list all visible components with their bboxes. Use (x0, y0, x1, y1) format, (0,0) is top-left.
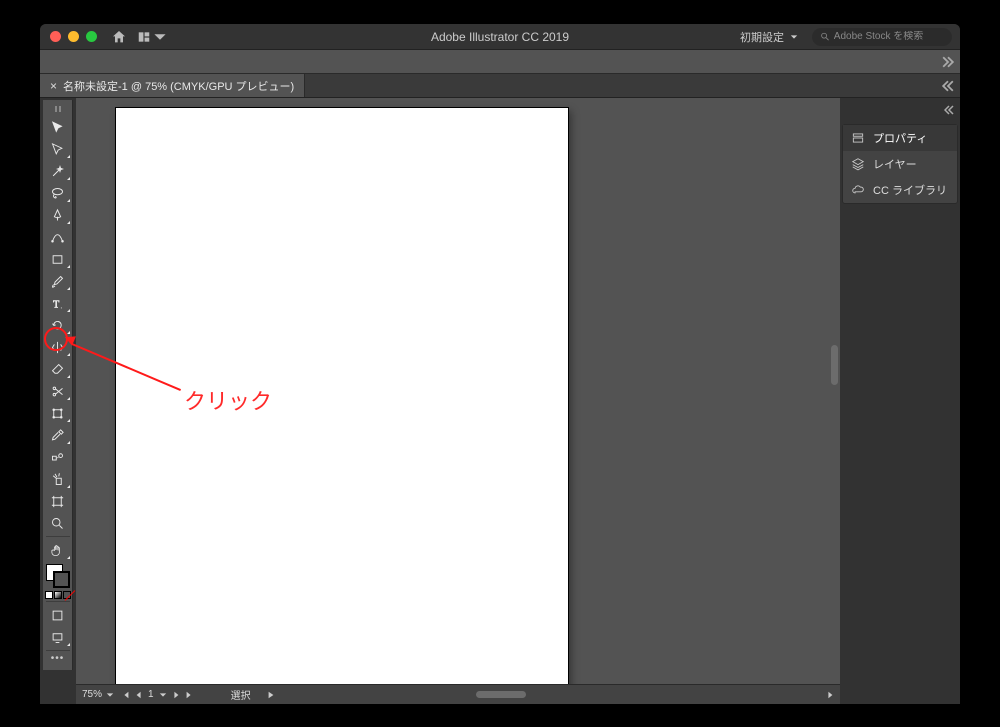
tools-panel: T ••• (43, 100, 73, 670)
tool-pen[interactable] (44, 204, 72, 226)
tool-curvature[interactable] (44, 226, 72, 248)
selection-label: 選択 (231, 687, 251, 702)
document-tab-label: 名称未設定-1 @ 75% (CMYK/GPU プレビュー) (63, 78, 294, 94)
document-tabbar: × 名称未設定-1 @ 75% (CMYK/GPU プレビュー) (40, 74, 960, 98)
artboard[interactable] (116, 108, 568, 684)
tool-type[interactable]: T (44, 292, 72, 314)
right-panel-column: プロパティ レイヤー CC ライブラリ (840, 98, 960, 704)
panel-tab-label: CC ライブラリ (873, 182, 947, 198)
tool-free-transform[interactable] (44, 402, 72, 424)
status-bar: 75% 1 選択 (76, 684, 840, 704)
last-artboard-icon[interactable] (185, 691, 193, 699)
tool-paintbrush[interactable] (44, 270, 72, 292)
panel-tab-label: レイヤー (873, 156, 917, 172)
artboard-navigator: 1 (122, 689, 193, 700)
screen-mode[interactable] (44, 626, 72, 648)
color-mode-gradient[interactable] (54, 591, 62, 599)
panel-tab-properties[interactable]: プロパティ (843, 125, 957, 151)
vertical-scrollbar[interactable] (831, 106, 838, 676)
horizontal-scrollbar[interactable] (293, 691, 818, 699)
scrollbar-thumb[interactable] (476, 691, 526, 698)
canvas-viewport[interactable] (76, 98, 840, 684)
next-artboard-icon[interactable] (172, 691, 180, 699)
fill-stroke-swatches[interactable] (44, 563, 72, 589)
chevron-right-icon[interactable] (826, 691, 834, 699)
tool-hand[interactable] (44, 539, 72, 561)
window-controls (40, 31, 97, 42)
zoom-window-button[interactable] (86, 31, 97, 42)
panel-tab-libraries[interactable]: CC ライブラリ (843, 177, 957, 203)
tools-grip[interactable] (47, 106, 69, 112)
arrange-documents-button[interactable] (133, 28, 171, 46)
zoom-value: 75% (82, 689, 102, 700)
tool-direct-selection[interactable] (44, 138, 72, 160)
document-tab[interactable]: × 名称未設定-1 @ 75% (CMYK/GPU プレビュー) (40, 74, 305, 97)
stroke-swatch[interactable] (53, 571, 70, 588)
tool-magic-wand[interactable] (44, 160, 72, 182)
collapse-panel-icon[interactable] (944, 105, 954, 115)
tool-symbol-sprayer[interactable] (44, 468, 72, 490)
collapse-panel-icon[interactable] (942, 80, 954, 92)
canvas-area: 75% 1 選択 (76, 98, 840, 704)
tool-artboard[interactable] (44, 490, 72, 512)
scrollbar-thumb[interactable] (831, 345, 838, 385)
search-icon (820, 31, 830, 42)
artboard-index[interactable]: 1 (148, 689, 154, 700)
tool-scissors[interactable] (44, 380, 72, 402)
color-mode-switches (45, 591, 71, 599)
home-icon[interactable] (111, 29, 127, 45)
draw-mode-normal[interactable] (44, 604, 72, 626)
app-window: Adobe Illustrator CC 2019 初期設定 × 名称未設定-1… (40, 24, 960, 704)
chevron-down-icon (790, 33, 798, 41)
color-mode-none[interactable] (63, 591, 71, 599)
workspace-body: T ••• (40, 98, 960, 704)
tool-blend[interactable] (44, 446, 72, 468)
tool-selection[interactable] (44, 116, 72, 138)
control-bar (40, 50, 960, 74)
workspace-switcher[interactable]: 初期設定 (734, 27, 804, 47)
layers-icon (851, 157, 865, 171)
tool-rectangle[interactable] (44, 248, 72, 270)
titlebar: Adobe Illustrator CC 2019 初期設定 (40, 24, 960, 50)
play-icon[interactable] (267, 691, 275, 699)
tool-eyedropper[interactable] (44, 424, 72, 446)
right-panel-group: プロパティ レイヤー CC ライブラリ (842, 124, 958, 204)
search-input[interactable] (834, 31, 944, 42)
first-artboard-icon[interactable] (122, 691, 130, 699)
properties-icon (851, 131, 865, 145)
edit-toolbar-button[interactable]: ••• (48, 653, 68, 664)
zoom-selector[interactable]: 75% (82, 689, 114, 700)
panel-tab-label: プロパティ (873, 130, 927, 146)
prev-artboard-icon[interactable] (135, 691, 143, 699)
chevron-down-icon (106, 691, 114, 699)
tool-zoom[interactable] (44, 512, 72, 534)
svg-text:T: T (53, 299, 59, 310)
close-window-button[interactable] (50, 31, 61, 42)
tool-reflect[interactable] (44, 336, 72, 358)
title-icons (111, 28, 171, 46)
color-mode-color[interactable] (45, 591, 53, 599)
panel-tab-layers[interactable]: レイヤー (843, 151, 957, 177)
minimize-window-button[interactable] (68, 31, 79, 42)
cloud-icon (851, 183, 865, 197)
tool-eraser[interactable] (44, 358, 72, 380)
chevron-down-icon[interactable] (159, 691, 167, 699)
expand-panels-icon[interactable] (942, 56, 954, 68)
workspace-label: 初期設定 (740, 29, 784, 45)
adobe-stock-search[interactable] (812, 28, 952, 46)
close-tab-icon[interactable]: × (50, 79, 57, 93)
tool-rotate[interactable] (44, 314, 72, 336)
tool-lasso[interactable] (44, 182, 72, 204)
